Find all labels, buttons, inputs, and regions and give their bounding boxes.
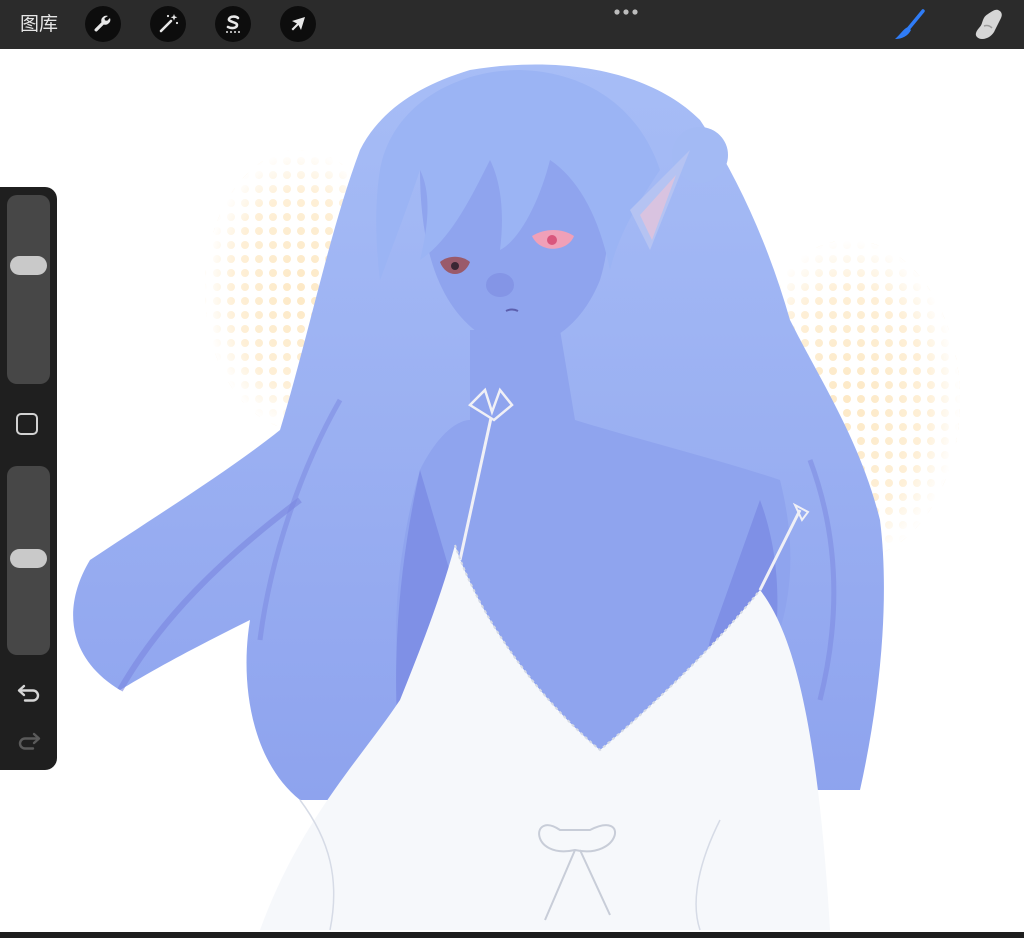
drawing-canvas[interactable]: [0, 49, 1024, 932]
adjustments-button[interactable]: [150, 6, 186, 42]
bottom-bar: [0, 932, 1024, 938]
arrow-cursor-icon: [291, 17, 305, 31]
gallery-button[interactable]: 图库: [20, 12, 58, 36]
artwork-illustration: [73, 64, 960, 931]
magic-wand-icon: [159, 14, 179, 33]
opacity-knob[interactable]: [10, 549, 47, 568]
selection-button[interactable]: [215, 6, 251, 42]
redo-icon[interactable]: [16, 729, 42, 751]
brush-size-knob[interactable]: [10, 256, 47, 275]
brush-icon[interactable]: [890, 8, 930, 42]
square-modifier-icon[interactable]: [16, 413, 38, 435]
opacity-slider[interactable]: [7, 466, 50, 655]
wrench-icon: [94, 15, 111, 32]
ellipsis-icon[interactable]: [612, 8, 640, 16]
actions-button[interactable]: [85, 6, 121, 42]
undo-icon[interactable]: [16, 681, 42, 703]
selection-s-icon: [226, 15, 240, 33]
smudge-finger-icon[interactable]: [968, 6, 1008, 44]
left-sidebar: [0, 187, 57, 770]
brush-size-slider[interactable]: [7, 195, 50, 384]
top-toolbar: 图库: [0, 0, 1024, 49]
transform-button[interactable]: [280, 6, 316, 42]
